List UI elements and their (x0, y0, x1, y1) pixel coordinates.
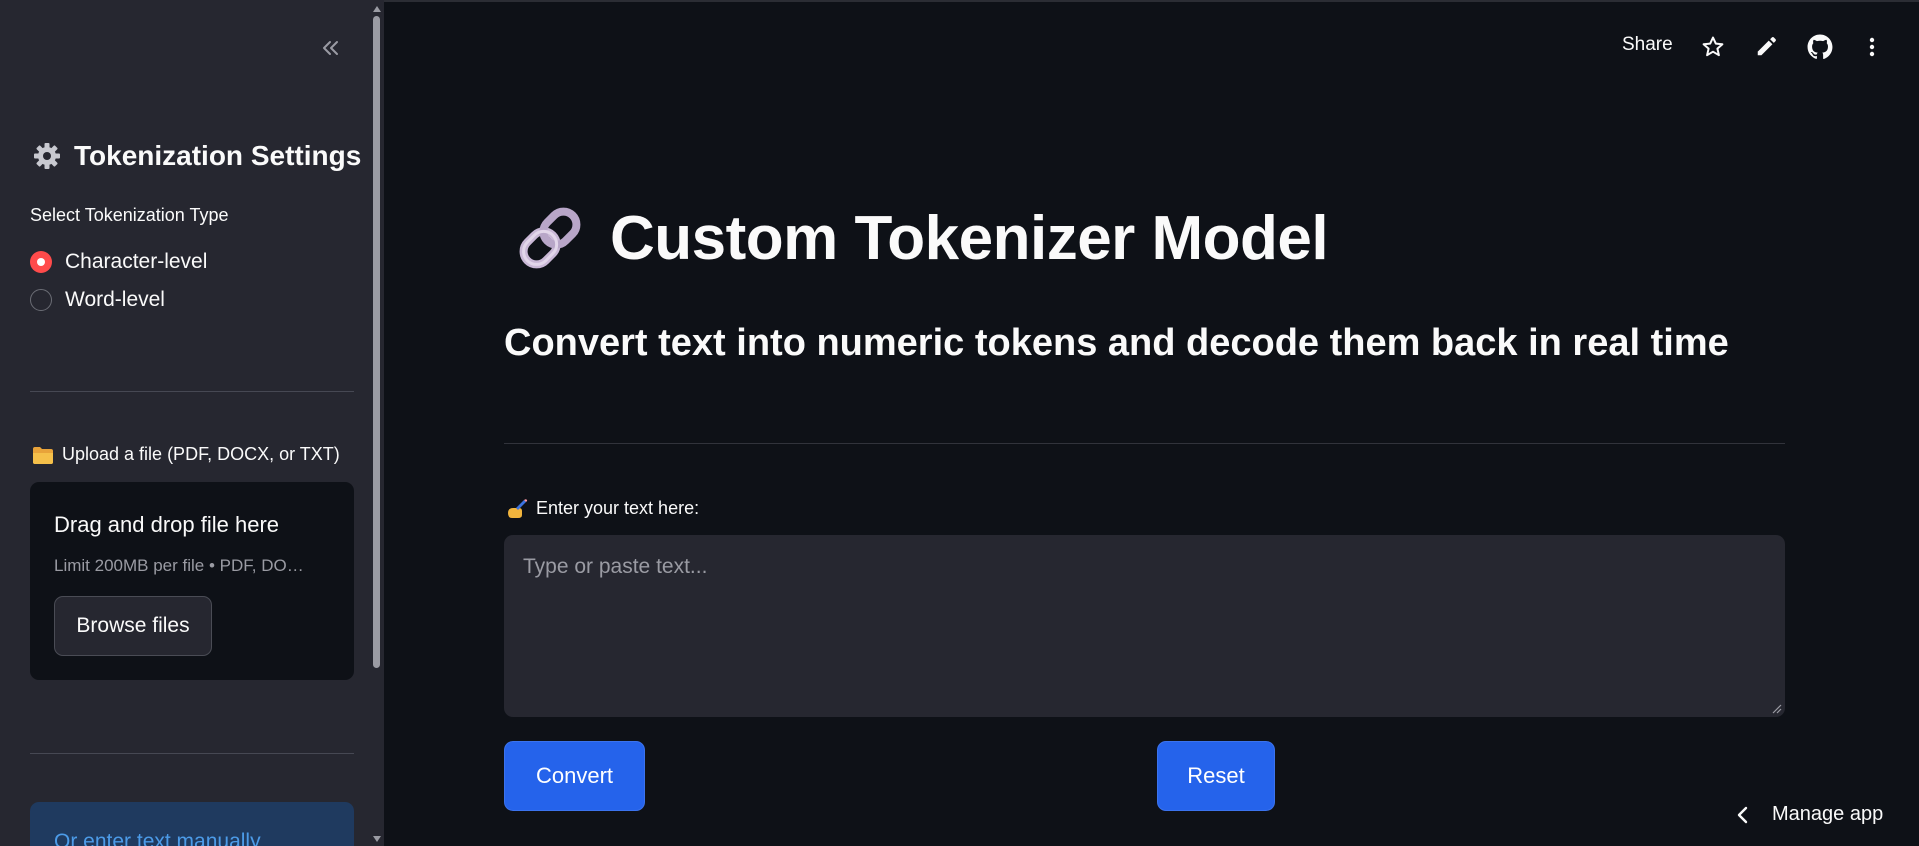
github-button[interactable] (1806, 33, 1834, 61)
sidebar-heading-text: Tokenization Settings (74, 140, 362, 171)
radio-label: Character-level (65, 250, 208, 273)
radio-button[interactable] (30, 289, 52, 311)
text-input[interactable] (504, 535, 1785, 717)
radio-character-level[interactable]: Character-level (30, 250, 207, 274)
star-button[interactable] (1699, 33, 1727, 61)
resize-grip-icon[interactable] (1772, 704, 1782, 714)
convert-button[interactable]: Convert (504, 741, 645, 811)
manage-app-label: Manage app (1772, 803, 1884, 825)
page-subtitle: Convert text into numeric tokens and dec… (504, 322, 1729, 364)
manual-entry-info-box: Or enter text manually (30, 802, 354, 846)
edit-icon (1757, 37, 1776, 56)
page-title: Custom Tokenizer Model (512, 200, 1329, 276)
scroll-down-arrow-icon[interactable] (373, 836, 381, 842)
browse-files-button[interactable]: Browse files (54, 596, 212, 656)
main-divider (504, 443, 1785, 444)
manual-entry-info-text: Or enter text manually (54, 830, 261, 846)
scroll-thumb[interactable] (373, 16, 380, 668)
radio-button-selected[interactable] (30, 251, 52, 273)
dropzone-limit-text: Limit 200MB per file • PDF, DO… (54, 556, 304, 575)
scroll-up-arrow-icon[interactable] (373, 6, 381, 12)
star-icon (1702, 36, 1724, 57)
text-input-label-text: Enter your text here: (536, 498, 700, 518)
edit-button[interactable] (1752, 33, 1780, 61)
text-input-label: Enter your text here: (506, 498, 699, 519)
link-icon (519, 207, 581, 269)
reset-button[interactable]: Reset (1157, 741, 1275, 811)
chevron-left-icon (1737, 806, 1748, 823)
dropzone-title: Drag and drop file here (54, 512, 280, 537)
app-root: Tokenization Settings Select Tokenizatio… (0, 0, 1919, 846)
sidebar-divider (30, 753, 354, 754)
github-icon (1807, 34, 1833, 60)
sidebar-scrollbar[interactable] (370, 0, 384, 846)
more-options-button[interactable] (1858, 33, 1886, 61)
more-vertical-icon (1869, 37, 1875, 57)
upload-label: Upload a file (PDF, DOCX, or TXT) (32, 444, 340, 465)
page-title-text: Custom Tokenizer Model (610, 203, 1329, 273)
tokenization-type-label: Select Tokenization Type (30, 205, 229, 225)
file-dropzone[interactable]: Drag and drop file here Limit 200MB per … (30, 482, 354, 680)
share-button[interactable]: Share (1622, 34, 1673, 56)
sidebar-divider (30, 391, 354, 392)
radio-label: Word-level (65, 288, 165, 311)
writing-hand-icon (508, 498, 528, 518)
sidebar: Tokenization Settings Select Tokenizatio… (0, 0, 384, 846)
gear-icon (34, 143, 60, 169)
sidebar-heading: Tokenization Settings (32, 140, 361, 172)
radio-word-level[interactable]: Word-level (30, 288, 165, 312)
manage-app-button[interactable]: Manage app (1736, 803, 1883, 826)
upload-label-text: Upload a file (PDF, DOCX, or TXT) (62, 444, 340, 464)
double-chevron-left-icon (323, 41, 338, 55)
folder-icon (33, 446, 53, 464)
collapse-sidebar-button[interactable] (312, 30, 348, 66)
